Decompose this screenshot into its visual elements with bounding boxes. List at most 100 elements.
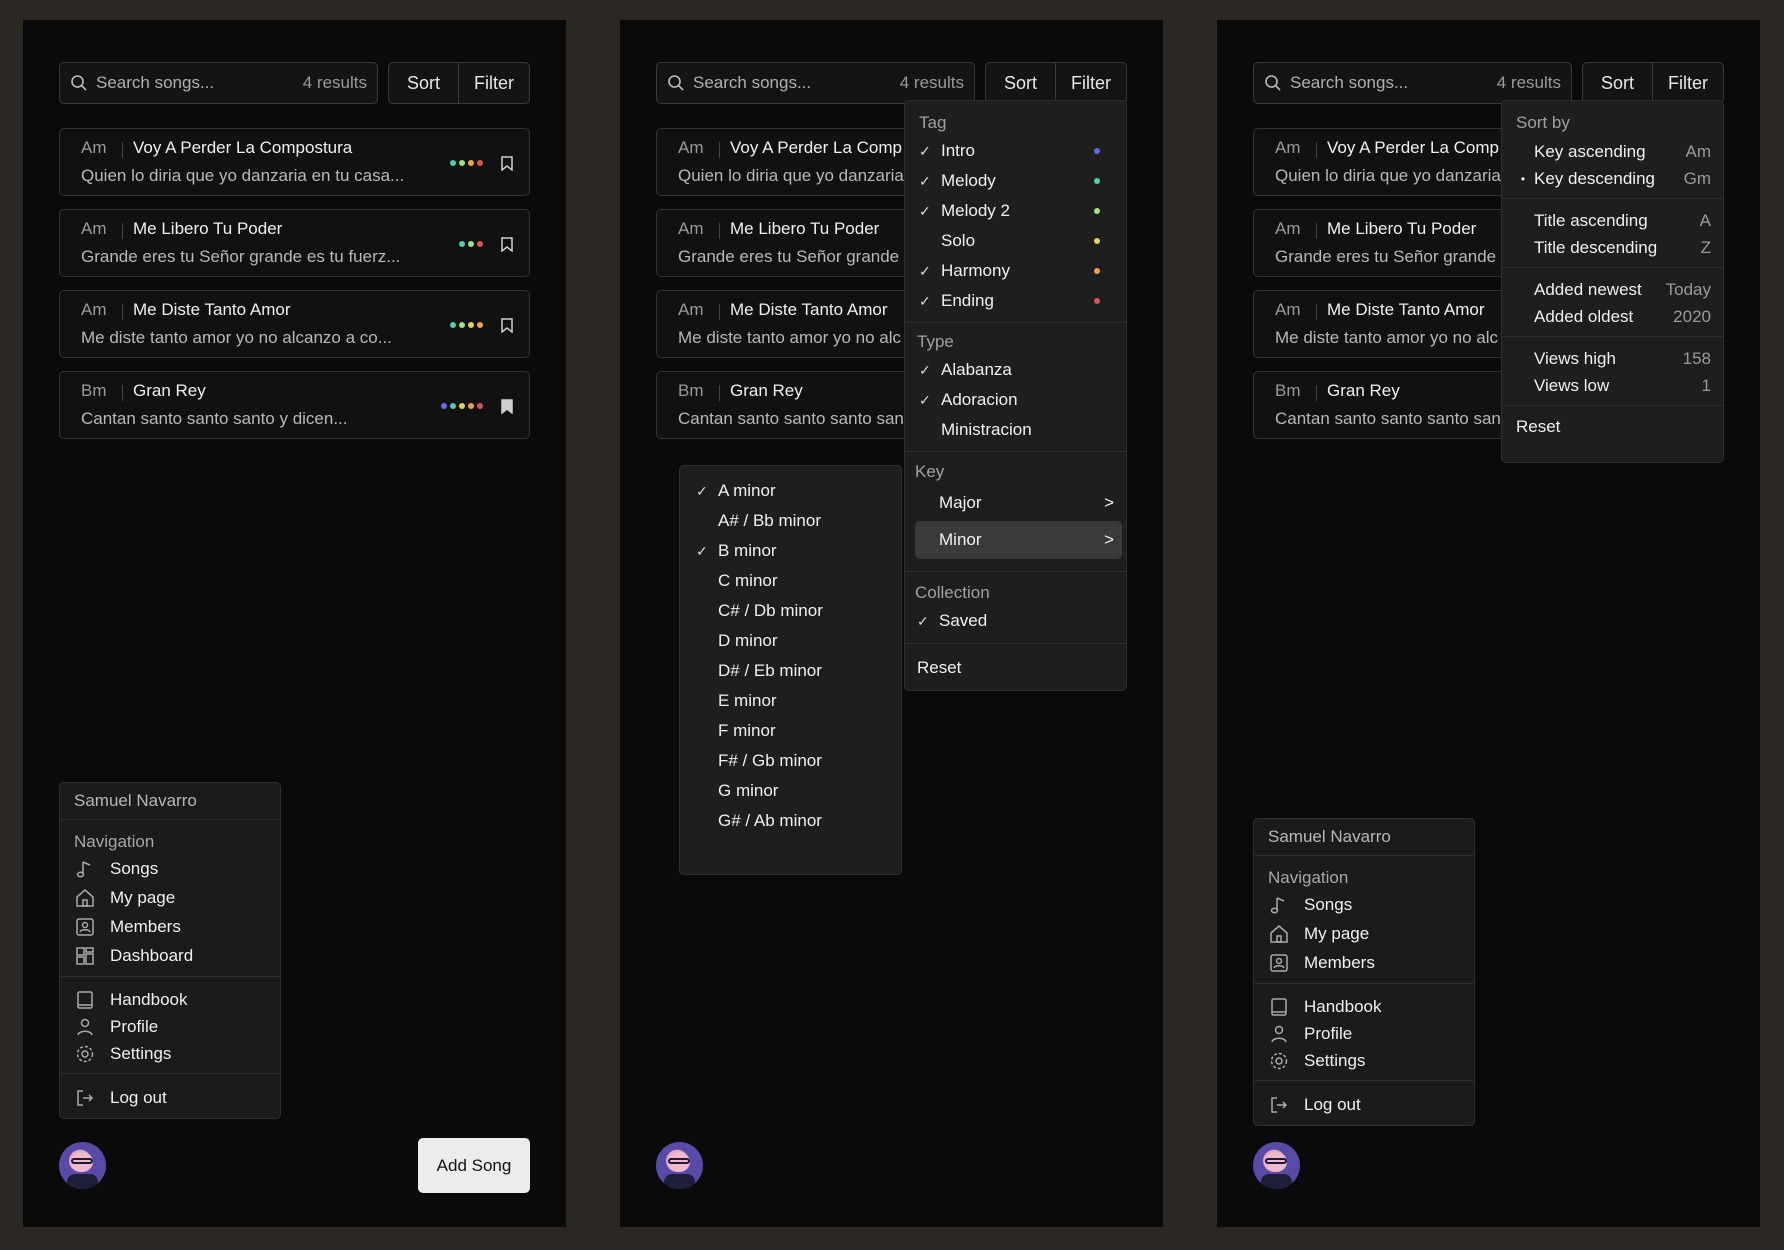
minor-key-item[interactable]: G minor	[696, 776, 901, 806]
tag-header: Tag	[919, 113, 947, 132]
sort-group: Title ascending A Title descending Z	[1502, 199, 1723, 267]
search-input[interactable]: Search songs... 4 results	[656, 62, 975, 104]
filter-tag-item[interactable]: ✓ Melody 2	[919, 196, 1114, 226]
minor-key-item[interactable]: F# / Gb minor	[696, 746, 901, 776]
filter-reset[interactable]: Reset	[917, 653, 1114, 683]
minor-key-item[interactable]: F minor	[696, 716, 901, 746]
song-key: Am	[678, 219, 704, 238]
song-key: Am	[81, 300, 107, 319]
avatar[interactable]	[59, 1142, 106, 1189]
tag-dot	[459, 403, 465, 409]
filter-reset-label: Reset	[917, 658, 962, 677]
bookmark-icon[interactable]	[501, 237, 513, 252]
tag-color-dot	[1094, 178, 1100, 184]
song-card[interactable]: Am Me Diste Tanto Amor Me diste tanto amor…	[59, 290, 530, 358]
results-count: 4 results	[1496, 73, 1561, 92]
minor-key-item[interactable]: D minor	[696, 626, 901, 656]
avatar[interactable]	[1253, 1142, 1300, 1189]
collection-saved[interactable]: ✓ Saved	[915, 606, 1114, 636]
minor-key-item[interactable]: C minor	[696, 566, 901, 596]
song-lyric: Me diste tanto amor yo no alc	[678, 328, 902, 347]
sort-button[interactable]: Sort	[1583, 63, 1653, 103]
nav-item-settings[interactable]: Settings	[60, 1040, 280, 1067]
collection-header: Collection	[915, 583, 990, 602]
sort-dropdown: Sort by Key ascending Am • Key descending Gm…	[1501, 100, 1724, 463]
nav-item-members[interactable]: Members	[60, 912, 280, 941]
minor-key-item[interactable]: E minor	[696, 686, 901, 716]
song-card[interactable]: Bm Gran Rey Cantan santo santo santo y dic…	[59, 371, 530, 439]
nav-item-handbook[interactable]: Handbook	[1254, 993, 1474, 1020]
panel-sort-open: Search songs... 4 results Sort Filter Am…	[1217, 20, 1760, 1227]
nav-item-settings[interactable]: Settings	[1254, 1047, 1474, 1074]
filter-button[interactable]: Filter	[1056, 63, 1126, 103]
user-menu: Samuel Navarro Navigation Songs My page …	[59, 782, 281, 1119]
search-input[interactable]: Search songs... 4 results	[59, 62, 378, 104]
filter-type-item[interactable]: Ministracion	[917, 415, 1114, 445]
filter-button[interactable]: Filter	[1653, 63, 1723, 103]
nav-label-logout: Log out	[1304, 1094, 1361, 1114]
filter-button[interactable]: Filter	[459, 63, 529, 103]
filter-tag-item[interactable]: ✓ Intro	[919, 136, 1114, 166]
sort-group: Added newest Today Added oldest 2020	[1502, 268, 1723, 336]
nav-item-profile[interactable]: Profile	[1254, 1020, 1474, 1047]
minor-key-item[interactable]: ✓ B minor	[696, 536, 901, 566]
filter-tag-item[interactable]: ✓ Ending	[919, 286, 1114, 316]
sort-option[interactable]: Title ascending A	[1512, 207, 1723, 234]
song-lyric: Grande eres tu Señor grande	[1275, 247, 1497, 266]
sort-option[interactable]: • Key descending Gm	[1512, 165, 1723, 192]
sort-option[interactable]: Added oldest 2020	[1512, 303, 1723, 330]
sort-option[interactable]: Views high 158	[1512, 345, 1723, 372]
avatar[interactable]	[656, 1142, 703, 1189]
key-major[interactable]: Major >	[915, 485, 1122, 521]
check-icon: ✓	[919, 361, 931, 378]
minor-key-label: A# / Bb minor	[718, 511, 821, 530]
sort-option[interactable]: Key ascending Am	[1512, 138, 1723, 165]
minor-key-label: G# / Ab minor	[718, 811, 822, 830]
nav-item-my-page[interactable]: My page	[1254, 919, 1474, 948]
nav-item-logout[interactable]: Log out	[1254, 1090, 1474, 1119]
music-note-icon	[76, 860, 91, 877]
tag-dots	[450, 160, 483, 166]
nav-item-my-page[interactable]: My page	[60, 883, 280, 912]
song-key: Am	[678, 300, 704, 319]
filter-tag-item[interactable]: Solo	[919, 226, 1114, 256]
tag-dot	[459, 322, 465, 328]
nav-item-members[interactable]: Members	[1254, 948, 1474, 977]
logout-icon	[77, 1089, 94, 1106]
sort-option[interactable]: Views low 1	[1512, 372, 1723, 399]
song-key: Am	[81, 138, 107, 157]
nav-item-handbook[interactable]: Handbook	[60, 986, 280, 1013]
sort-reset[interactable]: Reset	[1516, 412, 1711, 442]
key-minor[interactable]: Minor >	[915, 521, 1122, 559]
nav-item-dashboard[interactable]: Dashboard	[60, 941, 280, 970]
bookmark-icon[interactable]	[501, 399, 513, 414]
search-input[interactable]: Search songs... 4 results	[1253, 62, 1572, 104]
song-card[interactable]: Am Me Libero Tu Poder Grande eres tu Señor…	[59, 209, 530, 277]
bookmark-icon[interactable]	[501, 318, 513, 333]
minor-key-item[interactable]: ✓ A minor	[696, 476, 901, 506]
sort-option[interactable]: Title descending Z	[1512, 234, 1723, 261]
minor-key-item[interactable]: A# / Bb minor	[696, 506, 901, 536]
nav-item-logout[interactable]: Log out	[60, 1083, 280, 1112]
sort-button[interactable]: Sort	[986, 63, 1056, 103]
gear-icon	[1270, 1052, 1288, 1069]
book-icon	[1271, 997, 1287, 1016]
filter-type-item[interactable]: ✓ Adoracion	[917, 385, 1114, 415]
song-card[interactable]: Am Voy A Perder La Compostura Quien lo dir…	[59, 128, 530, 196]
minor-key-item[interactable]: C# / Db minor	[696, 596, 901, 626]
chevron-right-icon: >	[1104, 530, 1114, 549]
add-song-button[interactable]: Add Song	[418, 1138, 530, 1193]
filter-type-item[interactable]: ✓ Alabanza	[917, 355, 1114, 385]
song-key: Bm	[81, 381, 107, 400]
sort-button[interactable]: Sort	[389, 63, 459, 103]
song-title: Me Libero Tu Poder	[133, 219, 283, 238]
nav-item-songs[interactable]: Songs	[60, 854, 280, 883]
bookmark-icon[interactable]	[501, 156, 513, 171]
minor-key-item[interactable]: G# / Ab minor	[696, 806, 901, 836]
sort-option[interactable]: Added newest Today	[1512, 276, 1723, 303]
filter-tag-item[interactable]: ✓ Harmony	[919, 256, 1114, 286]
nav-item-songs[interactable]: Songs	[1254, 890, 1474, 919]
filter-tag-item[interactable]: ✓ Melody	[919, 166, 1114, 196]
nav-item-profile[interactable]: Profile	[60, 1013, 280, 1040]
minor-key-item[interactable]: D# / Eb minor	[696, 656, 901, 686]
